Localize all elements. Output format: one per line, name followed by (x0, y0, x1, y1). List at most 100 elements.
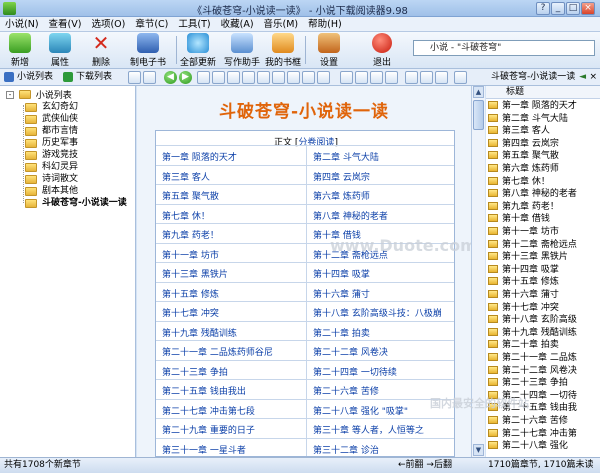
list-item[interactable]: 第二十七章 冲击第 (488, 428, 600, 441)
page-icon[interactable] (435, 71, 448, 84)
help-window-button[interactable]: ? (536, 2, 550, 15)
list-item[interactable]: 第十一章 坊市 (488, 226, 600, 239)
list-item[interactable]: 第八章 神秘的老者 (488, 188, 600, 201)
list-item[interactable]: 第二章 斗气大陆 (488, 113, 600, 126)
print-icon[interactable] (287, 71, 300, 84)
chapter-link[interactable]: 第十九章 残酷训练 (162, 326, 237, 339)
close-button[interactable]: × (581, 2, 595, 15)
list-item[interactable]: 第二十八章 强化 (488, 440, 600, 453)
list-item[interactable]: 第一章 陨落的天才 (488, 100, 600, 113)
chapter-link[interactable]: 第二十三章 争拍 (162, 365, 228, 378)
make-ebook-button[interactable]: 制电子书 (124, 33, 172, 68)
chapter-link[interactable]: 第三章 客人 (162, 170, 210, 183)
chapter-link[interactable]: 第四章 云岚宗 (313, 170, 370, 183)
list-item[interactable]: 第七章 休！ (488, 176, 600, 189)
list-item[interactable]: 第二十三章 争拍 (488, 377, 600, 390)
scroll-down-icon[interactable]: ▼ (473, 444, 484, 456)
properties-button[interactable]: 属性 (44, 33, 76, 68)
menu-view[interactable]: 查看(V) (44, 17, 87, 32)
list-item[interactable]: 第十二章 斋枪远点 (488, 239, 600, 252)
exit-button[interactable]: 退出 (369, 33, 395, 68)
list-item[interactable]: 第十七章 冲突 (488, 302, 600, 315)
list-item[interactable]: 第十八章 玄阶高级 (488, 314, 600, 327)
status-page-nav[interactable]: ←前翻 →后翻 (398, 458, 452, 473)
tree-item-history[interactable]: 历史军事 (42, 138, 78, 149)
list-item[interactable]: 第十五章 修炼 (488, 276, 600, 289)
chapter-link[interactable]: 第二十五章 钱由我出 (162, 384, 246, 397)
chapter-link[interactable]: 第九章 药老！ (162, 228, 219, 241)
sort-icon[interactable] (454, 71, 467, 84)
list-item[interactable]: 第十九章 残酷训练 (488, 327, 600, 340)
export-icon[interactable] (317, 71, 330, 84)
back-icon[interactable]: ◄ (579, 69, 586, 85)
chapter-link[interactable]: 第二十四章 一切待续 (313, 365, 397, 378)
list-item[interactable]: 第四章 云岚宗 (488, 138, 600, 151)
open-folder-icon[interactable] (385, 71, 398, 84)
tab-novel-list[interactable]: 小说列表 (3, 70, 53, 84)
chapter-link[interactable]: 第六章 炼药师 (313, 189, 370, 202)
menu-chapter[interactable]: 章节(C) (130, 17, 173, 32)
chapter-link[interactable]: 第二十二章 风卷决 (313, 345, 388, 358)
stop-icon[interactable] (227, 71, 240, 84)
delete-button[interactable]: ✕ 删除 (85, 33, 117, 68)
menu-tools[interactable]: 工具(T) (173, 17, 215, 32)
bookmark-icon[interactable] (242, 71, 255, 84)
list-item[interactable]: 第十六章 蒲寸 (488, 289, 600, 302)
tree-item-urban[interactable]: 都市言情 (42, 126, 78, 137)
refresh-page-icon[interactable] (197, 71, 210, 84)
save-icon[interactable] (302, 71, 315, 84)
home-icon[interactable] (212, 71, 225, 84)
layout-icon[interactable] (405, 71, 418, 84)
tab-download-list[interactable]: 下载列表 (62, 70, 112, 84)
list-item[interactable]: 第十三章 黑铁片 (488, 251, 600, 264)
scroll-thumb[interactable] (473, 100, 484, 130)
chapter-link[interactable]: 第十六章 蒲寸 (313, 287, 370, 300)
chapter-link[interactable]: 第一章 陨落的天才 (162, 150, 237, 163)
menu-favorites[interactable]: 收藏(A) (216, 17, 259, 32)
tree-item-current-book[interactable]: 斗破苍穹-小说读一读 (42, 198, 127, 209)
list-item[interactable]: 第二十六章 苦修 (488, 415, 600, 428)
chapter-link[interactable]: 第五章 聚气散 (162, 189, 219, 202)
find-icon[interactable] (370, 71, 383, 84)
chapter-link[interactable]: 第十四章 吸掌 (313, 267, 370, 280)
tree-item-game[interactable]: 游戏竞技 (42, 150, 78, 161)
list-item[interactable]: 第十章 借钱 (488, 213, 600, 226)
list-item[interactable]: 第六章 炼药师 (488, 163, 600, 176)
tree-item-poetry[interactable]: 诗词散文 (42, 174, 78, 185)
new-button[interactable]: 新增 (4, 33, 36, 68)
view-icon[interactable] (128, 71, 141, 84)
prev-arrow-icon[interactable]: ◀ (164, 71, 177, 84)
chapter-link[interactable]: 第十八章 玄阶高级斗技：八极崩 (313, 306, 442, 319)
chapter-link[interactable]: 第十三章 黑铁片 (162, 267, 228, 280)
close-panel-icon[interactable]: × (589, 69, 597, 85)
chapter-link[interactable]: 第十七章 冲突 (162, 306, 219, 319)
chapter-link[interactable]: 第三十一章 一星斗者 (162, 443, 246, 456)
menu-novel[interactable]: 小说(N) (0, 17, 44, 32)
chapter-link[interactable]: 第七章 休！ (162, 209, 210, 222)
update-all-button[interactable]: 全部更新 (178, 33, 218, 68)
column-header-title[interactable]: 标题 (486, 86, 600, 99)
settings-button[interactable]: 设置 (312, 33, 346, 68)
tree-item-scifi[interactable]: 科幻灵异 (42, 162, 78, 173)
chapter-link[interactable]: 第二十七章 冲击第七段 (162, 404, 255, 417)
font-icon[interactable] (272, 71, 285, 84)
scroll-up-icon[interactable]: ▲ (473, 86, 484, 98)
chapter-link[interactable]: 第二十八章 强化 "吸掌" (313, 404, 408, 417)
chapter-link[interactable]: 第三十二章 诊治 (313, 443, 379, 456)
maximize-button[interactable]: □ (566, 2, 580, 15)
chapter-link[interactable]: 第十五章 修炼 (162, 287, 219, 300)
chapter-link[interactable]: 第八章 神秘的老者 (313, 209, 388, 222)
chapter-icon[interactable] (143, 71, 156, 84)
tree-item-xuanhuan[interactable]: 玄幻奇幻 (42, 102, 78, 113)
next-arrow-icon[interactable]: ▶ (179, 71, 192, 84)
list-item[interactable]: 第九章 药老！ (488, 201, 600, 214)
list-item[interactable]: 第五章 聚气散 (488, 150, 600, 163)
tree-item-wuxia[interactable]: 武侠仙侠 (42, 114, 78, 125)
menu-options[interactable]: 选项(O) (86, 17, 130, 32)
zoom-icon[interactable] (340, 71, 353, 84)
photo-icon[interactable] (420, 71, 433, 84)
chapter-link[interactable]: 第二十九章 重要的日子 (162, 423, 255, 436)
chapter-link[interactable]: 第二十章 拍卖 (313, 326, 370, 339)
minimize-button[interactable]: _ (551, 2, 565, 15)
tree-root[interactable]: - 小说列表 (6, 89, 72, 102)
